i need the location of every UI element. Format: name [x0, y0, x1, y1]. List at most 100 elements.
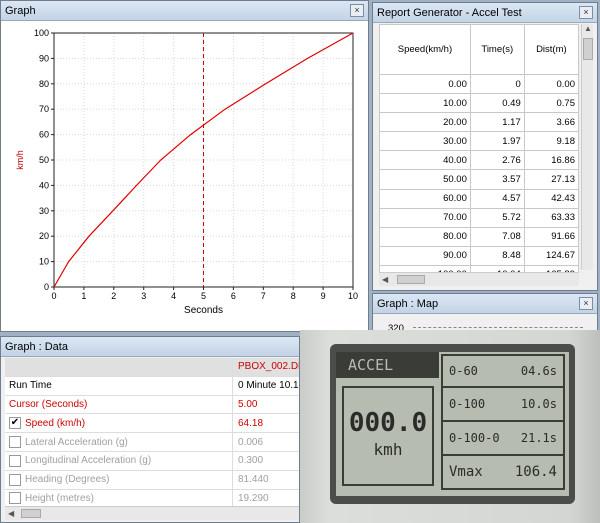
scroll-up-icon[interactable]: ▲ — [584, 24, 592, 33]
map-close-button[interactable]: × — [579, 297, 593, 310]
report-cell-time: 8.48 — [469, 245, 525, 266]
data-titlebar[interactable]: Graph : Data — [1, 337, 299, 357]
data-row-name-cell: Heading (Degrees) — [5, 470, 233, 489]
lcd-results: 0-60 04.6s 0-100 10.0s 0-100-0 21.1s Vma… — [441, 354, 565, 490]
report-titlebar[interactable]: Report Generator - Accel Test × — [373, 3, 597, 23]
data-row-checkbox[interactable] — [9, 454, 21, 467]
data-row-label: Speed (km/h) — [25, 417, 86, 429]
report-row[interactable]: 20.00 1.17 3.66 — [379, 112, 580, 133]
report-cell-speed: 70.00 — [379, 207, 471, 228]
data-row[interactable]: Heading (Degrees) 81.440 — [5, 470, 299, 490]
data-row-value: 0 Minute 10.10 — [238, 380, 299, 392]
scroll-left-icon[interactable]: ◀ — [382, 275, 388, 284]
x-tick-label: 7 — [261, 291, 266, 301]
report-cell-time: 3.57 — [469, 169, 525, 190]
data-row-value: 19.290 — [238, 492, 269, 504]
data-grid: PBOX_002.DBN Run Time 0 Minute 10.10 Curso… — [5, 358, 299, 509]
report-cell-speed: 40.00 — [379, 150, 471, 171]
graph-window[interactable]: Graph × 0 1 2 3 4 5 6 7 8 9 10 0 10 20 30 40 50 60 70 80 90 1… — [0, 0, 369, 332]
lcd-result-label: 0-60 — [449, 364, 478, 378]
x-tick-label: 3 — [141, 291, 146, 301]
data-row-checkbox[interactable]: ✔ — [9, 417, 21, 430]
scroll-thumb[interactable] — [397, 275, 425, 284]
report-cell-dist: 16.86 — [523, 150, 580, 171]
report-cell-speed: 30.00 — [379, 131, 471, 152]
lcd-speed: 000.0 — [348, 408, 428, 438]
data-row-label: Longitudinal Acceleration (g) — [25, 455, 152, 467]
graph-plot-area[interactable]: 0 1 2 3 4 5 6 7 8 9 10 0 10 20 30 40 50 60 70 80 90 100 Second… — [1, 21, 368, 331]
report-cell-speed: 50.00 — [379, 169, 471, 190]
y-tick-label: 50 — [39, 155, 49, 165]
report-close-button[interactable]: × — [579, 6, 593, 19]
data-row[interactable]: ✔ Speed (km/h) 64.18 — [5, 414, 299, 434]
report-horizontal-scrollbar[interactable]: ◀ — [379, 272, 579, 286]
lcd-speed-panel: 000.0 kmh — [342, 386, 434, 486]
speed-time-chart[interactable]: 0 1 2 3 4 5 6 7 8 9 100102030405060708090100Second… — [1, 21, 368, 331]
report-cell-time: 4.57 — [469, 188, 525, 209]
x-tick-label: 8 — [291, 291, 296, 301]
data-row-checkbox[interactable] — [9, 436, 21, 449]
column-header-time[interactable]: Time(s) — [469, 24, 525, 75]
scroll-thumb[interactable] — [21, 509, 41, 518]
report-row[interactable]: 50.00 3.57 27.13 — [379, 169, 580, 190]
report-cell-time: 7.08 — [469, 226, 525, 247]
report-cell-time: 0.49 — [469, 93, 525, 114]
report-generator-window[interactable]: Report Generator - Accel Test × Speed(km… — [372, 2, 598, 291]
data-horizontal-scrollbar[interactable]: ◀ — [5, 506, 299, 520]
graph-data-window[interactable]: Graph : Data PBOX_002.DBN Run Time 0 Minu… — [0, 336, 300, 523]
data-row-name-cell: Longitudinal Acceleration (g) — [5, 451, 233, 470]
map-gridline — [413, 327, 583, 328]
y-axis-label: km/h — [15, 150, 25, 170]
y-tick-label: 90 — [39, 53, 49, 63]
report-cell-dist: 3.66 — [523, 112, 580, 133]
data-header-blank — [5, 358, 233, 376]
report-cell-dist: 27.13 — [523, 169, 580, 190]
map-titlebar[interactable]: Graph : Map × — [373, 294, 597, 314]
graph-titlebar[interactable]: Graph × — [1, 1, 368, 21]
data-row-label: Height (metres) — [25, 492, 94, 504]
y-tick-label: 60 — [39, 130, 49, 140]
data-row-name-cell: Cursor (Seconds) — [5, 395, 233, 414]
data-row-value: 0.006 — [238, 436, 264, 448]
report-cell-time: 1.97 — [469, 131, 525, 152]
report-cell-time: 5.72 — [469, 207, 525, 228]
lcd-result-row: 0-100-0 21.1s — [441, 422, 565, 456]
data-row-label: Heading (Degrees) — [25, 474, 110, 486]
y-tick-label: 80 — [39, 79, 49, 89]
column-header-dist[interactable]: Dist(m) — [523, 24, 580, 75]
data-row-checkbox[interactable] — [9, 473, 21, 486]
report-row[interactable]: 70.00 5.72 63.33 — [379, 207, 580, 228]
data-row[interactable]: Lateral Acceleration (g) 0.006 — [5, 433, 299, 452]
lcd-result-label: 0-100 — [449, 397, 486, 411]
report-row[interactable]: 10.00 0.49 0.75 — [379, 93, 580, 114]
scroll-thumb[interactable] — [583, 38, 593, 60]
data-row-label: Lateral Acceleration (g) — [25, 436, 128, 448]
report-cell-dist: 91.66 — [523, 226, 580, 247]
data-row-name-cell: ✔ Speed (km/h) — [5, 414, 233, 433]
data-row-label: Cursor (Seconds) — [9, 398, 88, 410]
report-row[interactable]: 60.00 4.57 42.43 — [379, 188, 580, 209]
report-cell-speed: 60.00 — [379, 188, 471, 209]
x-tick-label: 2 — [111, 291, 116, 301]
report-row[interactable]: 30.00 1.97 9.18 — [379, 131, 580, 152]
column-header-speed[interactable]: Speed(km/h) — [379, 24, 471, 75]
report-row[interactable]: 0.00 0 0.00 — [379, 73, 580, 95]
report-vertical-scrollbar[interactable]: ▲ — [581, 24, 593, 270]
data-row[interactable]: Longitudinal Acceleration (g) 0.300 — [5, 451, 299, 471]
report-row[interactable]: 40.00 2.76 16.86 — [379, 150, 580, 171]
report-row[interactable]: 90.00 8.48 124.67 — [379, 245, 580, 266]
scroll-left-icon[interactable]: ◀ — [8, 509, 14, 518]
lcd-screen: ACCEL 000.0 kmh 0-60 04.6s 0-100 10.0s 0… — [336, 352, 569, 496]
data-row[interactable]: Cursor (Seconds) 5.00 — [5, 395, 299, 415]
data-row[interactable]: Run Time 0 Minute 10.10 — [5, 376, 299, 396]
map-title: Graph : Map — [377, 297, 439, 310]
x-tick-label: 5 — [201, 291, 206, 301]
report-cell-dist: 42.43 — [523, 188, 580, 209]
data-file-name: PBOX_002.DBN — [238, 361, 299, 373]
data-row-checkbox[interactable] — [9, 492, 21, 505]
lcd-result-row: 0-100 10.0s — [441, 388, 565, 422]
graph-close-button[interactable]: × — [350, 4, 364, 17]
y-tick-label: 10 — [39, 257, 49, 267]
report-row[interactable]: 80.00 7.08 91.66 — [379, 226, 580, 247]
report-cell-dist: 0.75 — [523, 93, 580, 114]
